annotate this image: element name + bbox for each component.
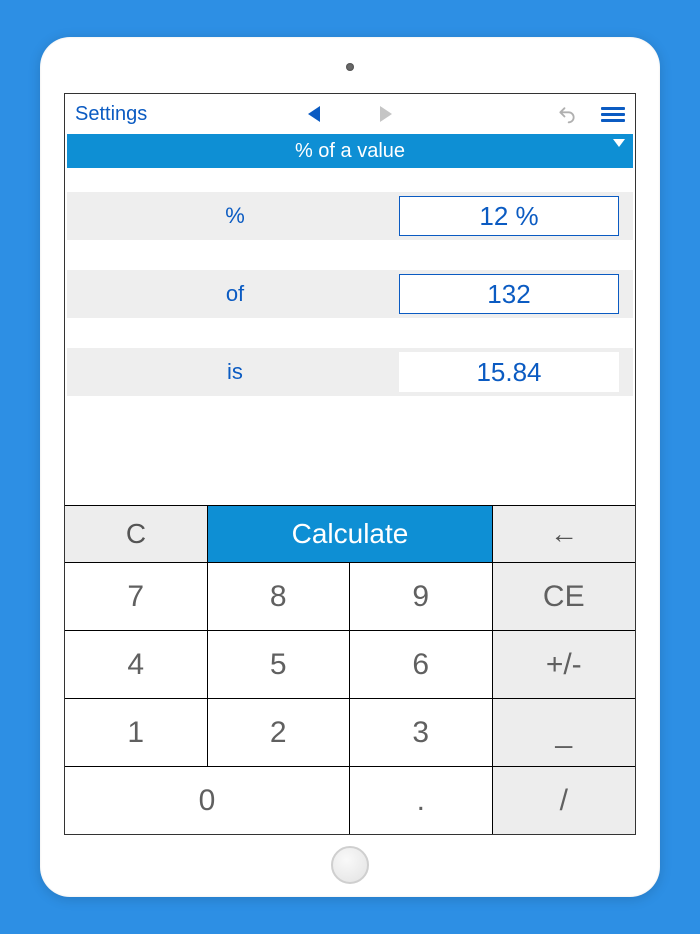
key-5[interactable]: 5 — [208, 630, 351, 698]
key-ce[interactable]: CE — [493, 562, 636, 630]
of-row: of 132 — [67, 270, 633, 318]
app-screen: Settings % of a value % 12 % — [64, 93, 636, 835]
calculate-button[interactable]: Calculate — [208, 506, 493, 562]
key-8[interactable]: 8 — [208, 562, 351, 630]
menu-icon[interactable] — [601, 107, 625, 122]
is-row: is 15.84 — [67, 348, 633, 396]
ipad-frame: Settings % of a value % 12 % — [40, 37, 660, 897]
mode-dropdown[interactable]: % of a value — [67, 134, 633, 168]
action-row: C Calculate ← — [65, 506, 635, 562]
home-button[interactable] — [331, 846, 369, 884]
nav-arrows — [308, 106, 392, 122]
key-7[interactable]: 7 — [65, 562, 208, 630]
keypad: C Calculate ← 7 8 9 CE 4 5 6 +/- 1 2 3 _… — [65, 505, 635, 834]
mode-label: % of a value — [295, 140, 405, 163]
bottom-row: 0 . / — [65, 766, 635, 834]
is-label: is — [71, 359, 399, 385]
key-1[interactable]: 1 — [65, 698, 208, 766]
inputs-area: % 12 % of 132 is 15.84 — [65, 168, 635, 505]
key-underscore[interactable]: _ — [493, 698, 636, 766]
top-toolbar: Settings — [65, 94, 635, 134]
next-mode-icon[interactable] — [380, 106, 392, 122]
key-3[interactable]: 3 — [350, 698, 493, 766]
toolbar-right — [557, 104, 625, 124]
prev-mode-icon[interactable] — [308, 106, 320, 122]
number-grid: 7 8 9 CE 4 5 6 +/- 1 2 3 _ — [65, 562, 635, 766]
percent-label: % — [71, 203, 399, 229]
backspace-button[interactable]: ← — [493, 506, 635, 562]
of-label: of — [71, 281, 399, 307]
key-dot[interactable]: . — [350, 766, 493, 834]
result-output: 15.84 — [399, 352, 619, 392]
key-2[interactable]: 2 — [208, 698, 351, 766]
settings-link[interactable]: Settings — [75, 103, 147, 126]
key-6[interactable]: 6 — [350, 630, 493, 698]
camera-icon — [346, 63, 354, 71]
key-9[interactable]: 9 — [350, 562, 493, 630]
clear-button[interactable]: C — [65, 506, 208, 562]
chevron-down-icon — [613, 139, 625, 147]
key-plus-minus[interactable]: +/- — [493, 630, 636, 698]
key-0[interactable]: 0 — [65, 766, 350, 834]
undo-icon[interactable] — [557, 104, 577, 124]
key-4[interactable]: 4 — [65, 630, 208, 698]
percent-row: % 12 % — [67, 192, 633, 240]
key-divide[interactable]: / — [493, 766, 636, 834]
of-input[interactable]: 132 — [399, 274, 619, 314]
percent-input[interactable]: 12 % — [399, 196, 619, 236]
